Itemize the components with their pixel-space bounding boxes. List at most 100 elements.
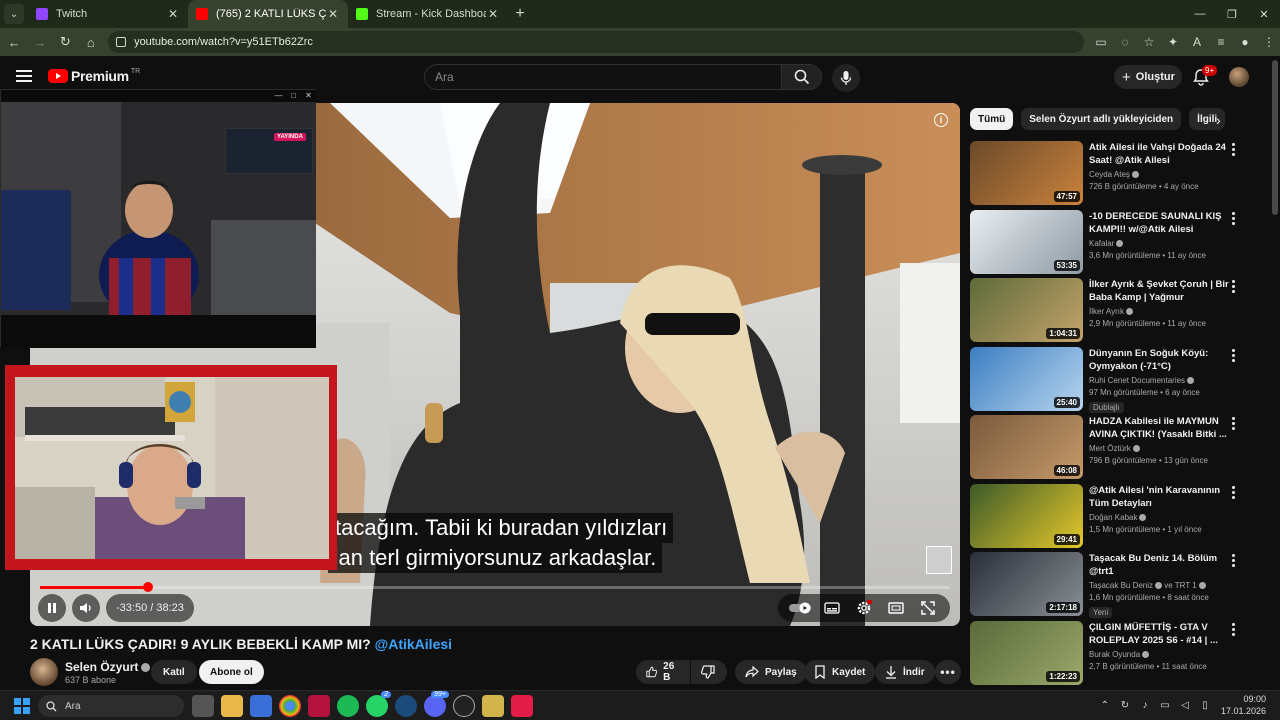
channel-line[interactable]: Ruhi Cenet Documentaries [1089,376,1229,385]
site-info-icon[interactable] [116,37,127,47]
pip-minimize-icon[interactable]: — [271,90,286,102]
youtube-premium-logo[interactable]: Premium TR [48,68,140,84]
close-tab-icon[interactable]: ✕ [166,7,180,21]
pip-maximize-icon[interactable]: □ [286,90,301,102]
more-vertical-icon[interactable] [1232,554,1236,569]
recommendation-item[interactable]: 29:41 @Atik Ailesi 'nin Karavanının Tüm D… [970,483,1270,548]
new-tab-button[interactable]: + [508,5,532,23]
fullscreen-button[interactable] [912,594,944,622]
more-vertical-icon[interactable] [1232,143,1236,158]
like-button[interactable]: 26 B [636,660,690,684]
channel-avatar[interactable] [30,658,58,686]
profile-icon[interactable]: ● [1234,31,1256,53]
picture-in-picture-window[interactable]: — □ ✕ YAYINDA [0,89,316,348]
search-input[interactable]: Ara [424,64,782,90]
chip-all[interactable]: Tümü [970,108,1014,130]
translate-icon[interactable]: A [1186,31,1208,53]
more-actions-button[interactable]: ••• [935,660,961,684]
search-button[interactable] [782,64,822,90]
video-title[interactable]: @Atik Ailesi 'nin Karavanının Tüm Detayl… [1089,484,1229,510]
chrome-icon[interactable] [279,695,301,717]
tab-kick[interactable]: Stream - Kick Dashboard ✕ [348,0,508,28]
eye-off-icon[interactable]: ◌ [1114,31,1136,53]
create-button[interactable]: + Oluştur [1114,65,1182,89]
cast-icon[interactable]: ▭ [1090,31,1112,53]
clock[interactable]: 09:00 17.01.2026 [1221,693,1266,717]
tab-youtube[interactable]: (765) 2 KATLI LÜKS ÇADIR! 9 ✕ [188,0,348,28]
kick-app-icon[interactable] [308,695,330,717]
video-thumbnail[interactable]: 47:57 [970,141,1083,205]
lightning-app-icon[interactable] [511,695,533,717]
channel-line[interactable]: İlker Ayrık [1089,307,1229,316]
pip-close-icon[interactable]: ✕ [301,90,316,102]
recommendation-item[interactable]: 47:57 Atik Ailesi ile Vahşi Doğada 24 Saa… [970,141,1270,205]
voice-search-button[interactable] [832,64,860,92]
video-title-mention[interactable]: @AtikAilesi [375,636,452,652]
reading-list-icon[interactable]: ≡ [1210,31,1232,53]
tab-twitch[interactable]: Twitch ✕ [28,0,188,28]
video-thumbnail[interactable]: 53:35 [970,209,1083,274]
more-vertical-icon[interactable] [1232,280,1236,295]
video-title[interactable]: HADZA Kabilesi ile MAYMUN AVINA ÇIKTIK! … [1089,415,1229,441]
video-title[interactable]: Dünyanın En Soğuk Köyü: Oymyakon (-71°C) [1089,347,1229,373]
more-vertical-icon[interactable] [1232,417,1236,432]
volume-tray-icon[interactable]: ◁ [1175,700,1195,711]
star-icon[interactable]: ☆ [1138,31,1160,53]
channel-line[interactable]: Mert Öztürk [1089,444,1229,453]
more-vertical-icon[interactable] [1232,211,1236,227]
file-explorer-icon[interactable] [221,695,243,717]
video-title[interactable]: İlker Ayrık & Şevket Çoruh | Bir Baba Ka… [1089,278,1229,304]
recommendation-item[interactable]: 1:04:31 İlker Ayrık & Şevket Çoruh | Bir … [970,278,1270,342]
store-icon[interactable] [250,695,272,717]
whatsapp-icon[interactable]: 2 [366,691,391,717]
close-window-icon[interactable]: ✕ [1248,0,1280,28]
channel-line[interactable]: Kafalar [1089,239,1229,248]
chevron-up-icon[interactable]: ⌃ [1095,700,1115,711]
sync-icon[interactable]: ↻ [1115,700,1135,711]
pause-button[interactable] [38,594,66,622]
url-bar[interactable]: youtube.com/watch?v=y51ETb62Zrc [108,31,1085,53]
video-thumbnail[interactable]: 2:17:18 [970,552,1083,616]
download-button[interactable]: İndir [875,660,935,684]
progress-bar[interactable] [40,582,950,592]
maximize-icon[interactable]: ❐ [1216,0,1248,28]
channel-line[interactable]: Ceyda Ateş [1089,170,1229,179]
mute-button[interactable] [72,594,100,622]
video-thumbnail[interactable]: 46:08 [970,415,1083,479]
back-icon[interactable]: ← [3,30,26,54]
reload-icon[interactable]: ↻ [54,30,77,54]
recommendation-item[interactable]: 53:35 -10 DERECEDE SAUNALI KIŞ KAMPI!! w/… [970,209,1270,274]
video-thumbnail[interactable]: 1:04:31 [970,278,1083,342]
minimize-icon[interactable]: — [1184,0,1216,28]
hamburger-menu-icon[interactable] [16,70,32,82]
steam-icon[interactable] [395,695,417,717]
more-vertical-icon[interactable] [1232,485,1236,501]
channel-name[interactable]: Selen Özyurt [65,660,151,674]
video-title[interactable]: ÇILGIN MÜFETTİŞ - GTA V ROLEPLAY 2025 S6… [1089,621,1229,647]
page-scrollbar[interactable] [1272,60,1278,215]
video-thumbnail[interactable]: 1:22:23 [970,620,1083,685]
video-thumbnail[interactable]: 25:40 [970,346,1083,411]
forward-icon[interactable]: → [29,30,52,54]
account-avatar[interactable] [1229,67,1249,87]
channel-line[interactable]: Burak Oyunda [1089,650,1229,659]
settings-button[interactable] [848,594,880,622]
network-icon[interactable]: ▭ [1155,700,1175,711]
obs-icon[interactable] [453,695,475,717]
subscribe-button[interactable]: Abone ol [199,660,264,684]
channel-line[interactable]: Doğan Kabak [1089,513,1229,522]
streamlabs-icon[interactable] [482,695,504,717]
autoplay-toggle[interactable] [784,594,816,622]
battery-icon[interactable]: ▯ [1195,700,1215,711]
video-title[interactable]: Taşacak Bu Deniz 14. Bölüm @trt1 [1089,552,1229,578]
recommendation-item[interactable]: 46:08 HADZA Kabilesi ile MAYMUN AVINA ÇIK… [970,415,1270,479]
channel-line[interactable]: Taşacak Bu Deniz ve TRT 1 [1089,581,1229,590]
recommendation-item[interactable]: 1:22:23 ÇILGIN MÜFETTİŞ - GTA V ROLEPLAY … [970,620,1270,685]
extensions-icon[interactable]: ✦ [1162,31,1184,53]
close-tab-icon[interactable]: ✕ [486,7,500,21]
discord-icon[interactable]: 99+ [424,691,449,717]
spotify-icon[interactable] [337,695,359,717]
browser-menu-icon[interactable]: ⋮ [1258,31,1280,53]
task-view-icon[interactable] [192,695,214,717]
recommendation-item[interactable]: 2:17:18 Taşacak Bu Deniz 14. Bölüm @trt1 T… [970,552,1270,618]
